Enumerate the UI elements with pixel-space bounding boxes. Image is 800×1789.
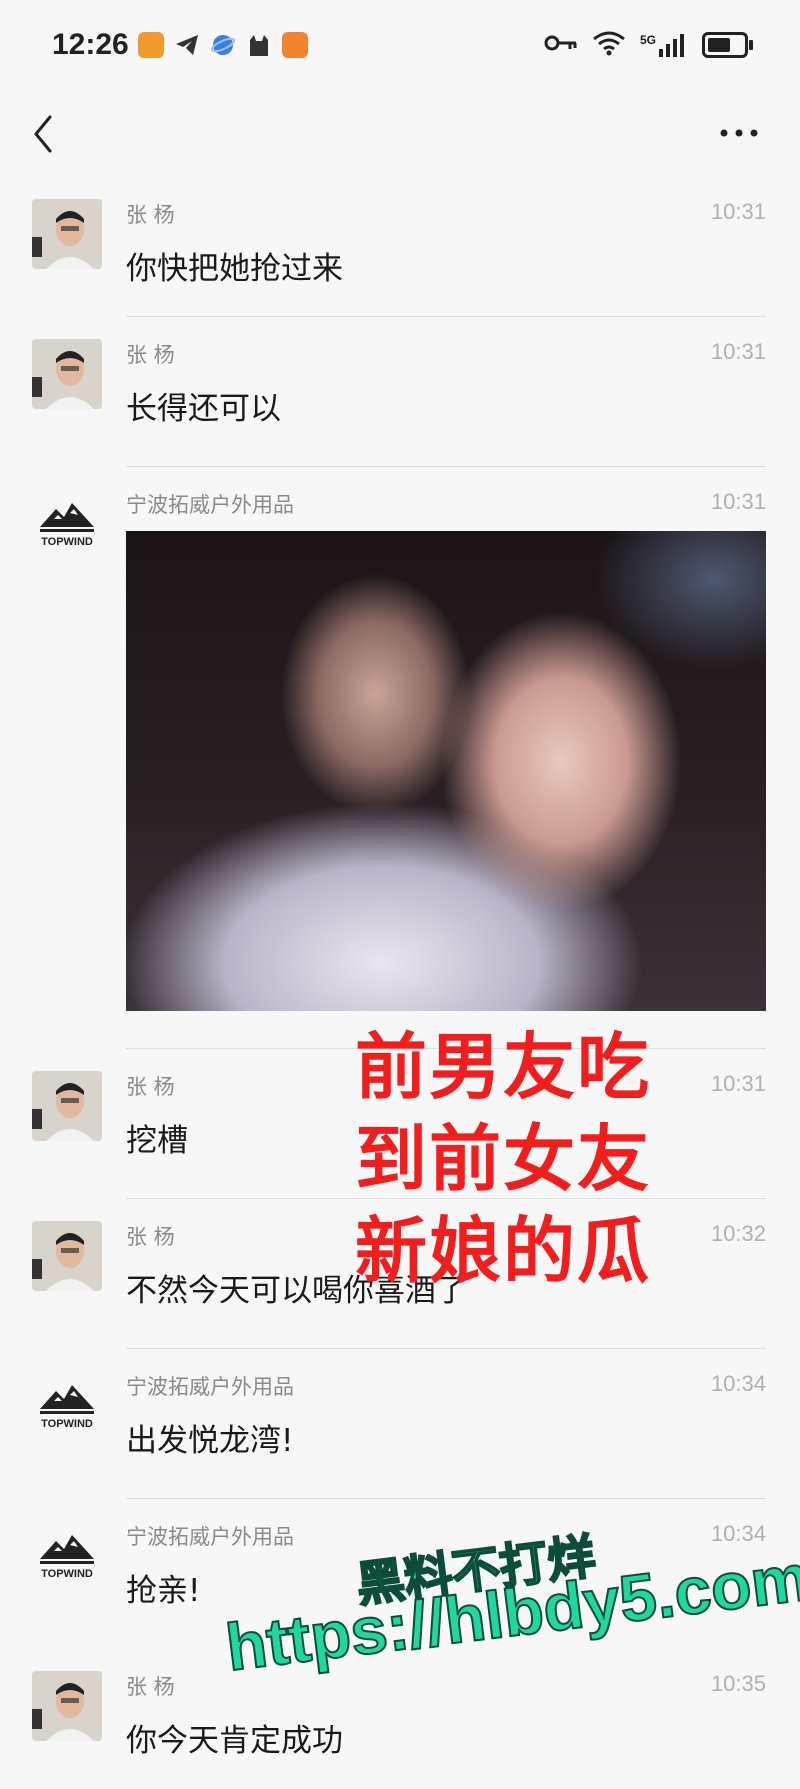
sender-name: 宁波拓威户外用品: [126, 1525, 294, 1549]
sender-name: 张 杨: [126, 1075, 175, 1099]
avatar[interactable]: TOPWIND: [32, 1521, 102, 1591]
status-right-indicators: 5G: [544, 30, 753, 60]
browser-icon: [210, 32, 236, 62]
topwind-logo-icon: TOPWIND: [40, 1535, 94, 1580]
more-options-button[interactable]: [716, 113, 762, 153]
avatar[interactable]: [32, 1221, 102, 1291]
chat-message: 张 杨 10:31 你快把她抢过来: [0, 177, 800, 317]
status-time: 12:26: [52, 28, 129, 61]
chevron-left-icon: [34, 115, 52, 153]
chat-message: 张 杨 10:35 你今天肯定成功: [0, 1649, 800, 1789]
message-time: 10:31: [710, 489, 766, 514]
avatar[interactable]: [32, 199, 102, 269]
message-time: 10:35: [710, 1671, 766, 1696]
nav-bar: [0, 95, 800, 177]
message-text: 你今天肯定成功: [126, 1723, 343, 1759]
chat-message: 张 杨 10:31 长得还可以: [0, 317, 800, 467]
message-text: 出发悦龙湾!: [126, 1423, 294, 1459]
network-type-label: 5G: [639, 33, 656, 47]
telegram-icon: [174, 32, 200, 62]
avatar[interactable]: [32, 1071, 102, 1141]
brand-logo-text: TOPWIND: [41, 1418, 93, 1430]
message-text: 你快把她抢过来: [126, 251, 343, 287]
message-time: 10:34: [710, 1521, 766, 1546]
avatar[interactable]: [32, 1671, 102, 1741]
wifi-icon: [592, 30, 626, 60]
status-bar: 12:26 5G: [0, 0, 800, 95]
message-time: 10:31: [710, 1071, 766, 1096]
topwind-logo-icon: TOPWIND: [40, 1385, 94, 1430]
overlay-headline-line: 新娘的瓜: [355, 1209, 652, 1293]
overlay-headline-line: 前男友吃: [355, 1025, 652, 1109]
message-time: 10:31: [710, 339, 766, 364]
sender-name: 张 杨: [126, 203, 175, 227]
chat-message: TOPWIND 宁波拓威户外用品 10:31: [0, 467, 800, 1049]
overlay-headline: 前男友吃 到前女友 新娘的瓜: [355, 1021, 651, 1297]
battery-icon: [702, 32, 753, 58]
sender-name: 张 杨: [126, 1225, 175, 1249]
back-button[interactable]: [26, 109, 66, 159]
app-orange-icon: [138, 32, 164, 58]
key-icon: [544, 32, 578, 58]
app-orange-icon: [282, 32, 308, 58]
brand-logo-text: TOPWIND: [41, 1568, 93, 1580]
sender-name: 宁波拓威户外用品: [126, 493, 294, 517]
cellular-5g-icon: 5G: [640, 33, 688, 57]
sender-name: 张 杨: [126, 343, 175, 367]
message-time: 10:34: [710, 1371, 766, 1396]
message-text: 长得还可以: [126, 391, 281, 427]
cat-icon: [246, 32, 272, 62]
overlay-headline-line: 到前女友: [355, 1117, 652, 1201]
sender-name: 张 杨: [126, 1675, 175, 1699]
brand-logo-text: TOPWIND: [41, 536, 93, 548]
message-text: 抢亲!: [126, 1573, 201, 1609]
avatar[interactable]: [32, 339, 102, 409]
sender-name: 宁波拓威户外用品: [126, 1375, 294, 1399]
topwind-logo-icon: TOPWIND: [40, 503, 94, 548]
message-text: 挖槽: [126, 1123, 188, 1159]
message-time: 10:31: [710, 199, 766, 224]
more-dots-icon: [720, 129, 758, 137]
avatar[interactable]: TOPWIND: [32, 1371, 102, 1441]
status-app-icons: [138, 32, 308, 62]
avatar[interactable]: TOPWIND: [32, 489, 102, 559]
message-time: 10:32: [710, 1221, 766, 1246]
chat-message: TOPWIND 宁波拓威户外用品 10:34 出发悦龙湾!: [0, 1349, 800, 1499]
message-photo[interactable]: [126, 531, 766, 1011]
